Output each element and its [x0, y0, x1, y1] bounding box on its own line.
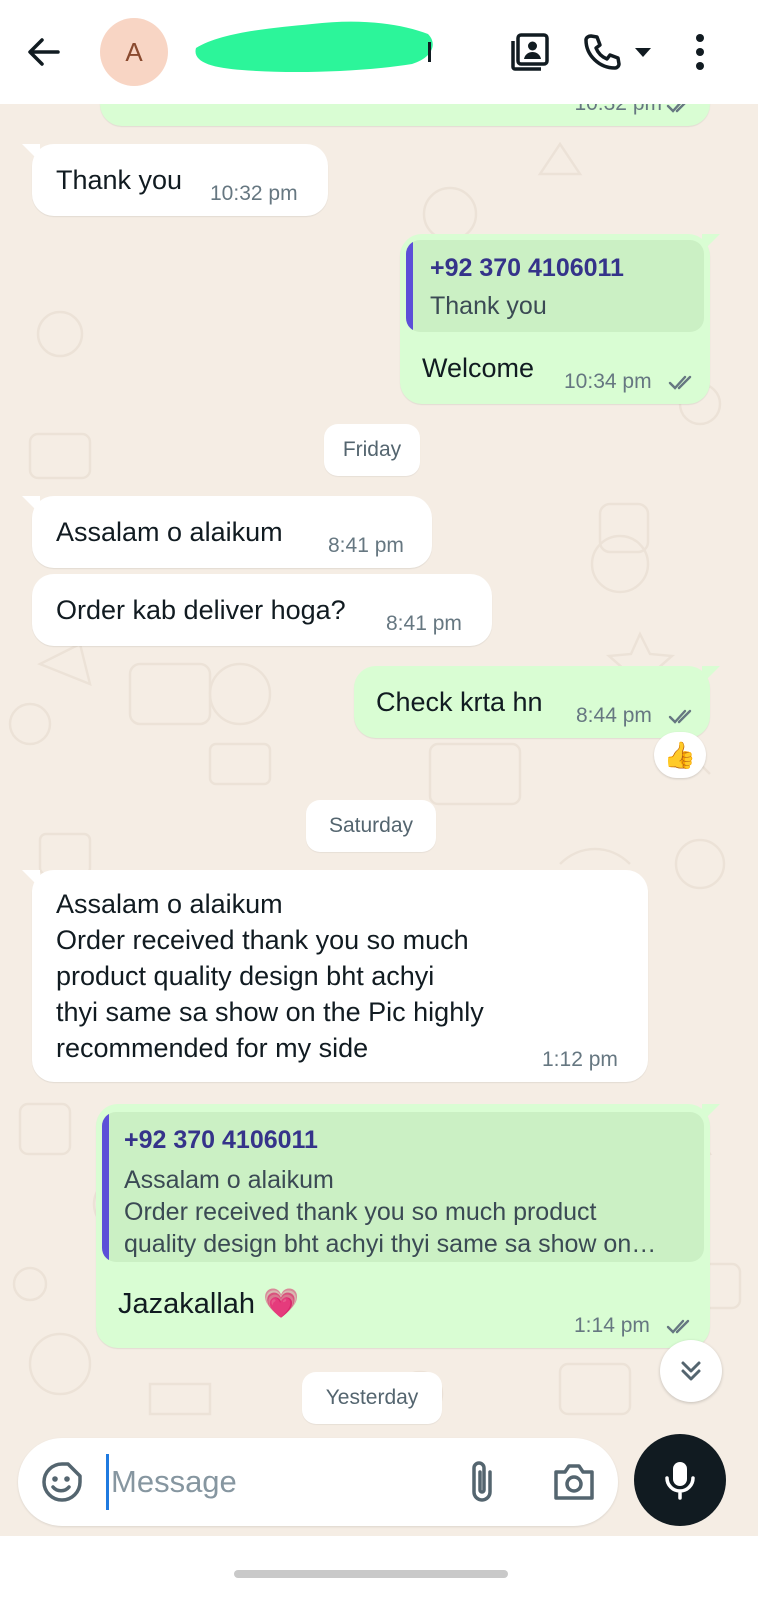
double-check-icon [668, 375, 692, 390]
incoming-message[interactable]: Assalam o alaikum 8:41 pm [22, 496, 432, 568]
quote-bar [406, 240, 413, 332]
incoming-message[interactable]: Thank you 10:32 pm [22, 144, 328, 216]
bubble-tail [702, 234, 720, 252]
message-time: 10:32 pm [574, 104, 662, 116]
message-text: Check krta hn [376, 687, 543, 717]
home-indicator[interactable] [234, 1570, 508, 1578]
microphone-icon[interactable] [634, 1434, 726, 1526]
message-time: 8:41 pm [328, 534, 404, 557]
system-nav-area [0, 1536, 758, 1600]
double-check-icon [666, 1319, 690, 1334]
avatar[interactable]: A [100, 18, 168, 86]
avatar-letter: A [125, 36, 143, 67]
outgoing-message[interactable]: Check krta hn 8:44 pm [354, 666, 720, 738]
date-separator: Yesterday [302, 1372, 442, 1424]
bubble-tail [702, 1104, 720, 1122]
contact-card-icon[interactable] [508, 30, 552, 74]
date-label: Friday [342, 438, 402, 461]
message-text: Thank you [56, 165, 183, 195]
double-check-icon [668, 709, 692, 724]
paperclip-icon[interactable] [462, 1458, 506, 1506]
date-separator: Saturday [306, 800, 436, 852]
message-time: 1:12 pm [542, 1048, 618, 1071]
message-text: Assalam o alaikum [56, 517, 283, 547]
quote-text: Assalam o alaikum Order received thank y… [124, 1166, 657, 1258]
quote-author: +92 370 4106011 [124, 1126, 318, 1154]
sticker-icon[interactable] [40, 1460, 84, 1504]
message-text: Assalam o alaikum Order received thank y… [56, 889, 484, 1063]
message-text: Welcome [422, 353, 535, 383]
chat-header: A [0, 0, 758, 104]
chat-area[interactable]: 10:32 pm Thank you 10:32 pm +92 370 4106… [0, 104, 758, 1464]
quoted-message[interactable]: +92 370 4106011 Thank you [406, 240, 704, 332]
outgoing-message[interactable]: +92 370 4106011 Thank you Welcome 10:34 … [400, 234, 720, 404]
more-vertical-icon[interactable] [680, 30, 720, 74]
message-time: 8:44 pm [576, 704, 652, 727]
double-chevron-down-icon[interactable] [660, 1340, 722, 1402]
date-separator: Friday [324, 424, 420, 476]
incoming-message[interactable]: Assalam o alaikum Order received thank y… [22, 870, 648, 1082]
quote-text: Thank you [430, 292, 547, 320]
contact-name-redaction[interactable] [192, 14, 440, 74]
message-time: 10:34 pm [564, 370, 652, 393]
message-input[interactable] [106, 1454, 436, 1510]
phone-icon[interactable] [580, 30, 624, 74]
thumbs-up-emoji: 👍 [663, 739, 697, 770]
message-time: 8:41 pm [386, 612, 462, 635]
bubble-tail [22, 870, 40, 888]
arrow-left-icon[interactable] [22, 30, 66, 74]
caret-down-icon[interactable] [628, 30, 658, 74]
message-composer [18, 1438, 618, 1526]
outgoing-message[interactable]: 10:32 pm [100, 104, 710, 126]
outgoing-message[interactable]: +92 370 4106011 Assalam o alaikum Order … [96, 1104, 720, 1348]
message-text: Jazakallah 💗 [118, 1288, 300, 1320]
double-check-icon [666, 104, 686, 113]
quote-bar [102, 1112, 109, 1262]
message-time: 10:32 pm [210, 182, 298, 205]
bubble-tail [22, 144, 40, 162]
date-label: Saturday [328, 814, 414, 837]
incoming-message[interactable]: Order kab deliver hoga? 8:41 pm [32, 574, 492, 646]
quoted-message[interactable]: +92 370 4106011 Assalam o alaikum Order … [102, 1112, 704, 1262]
date-label: Yesterday [325, 1386, 419, 1409]
quote-author: +92 370 4106011 [430, 254, 624, 282]
camera-icon[interactable] [550, 1460, 598, 1504]
message-text: Order kab deliver hoga? [56, 595, 346, 625]
message-time: 1:14 pm [574, 1314, 650, 1337]
reaction-badge[interactable]: 👍 [654, 732, 706, 778]
bubble-tail [22, 496, 40, 514]
bubble-tail [702, 666, 720, 684]
